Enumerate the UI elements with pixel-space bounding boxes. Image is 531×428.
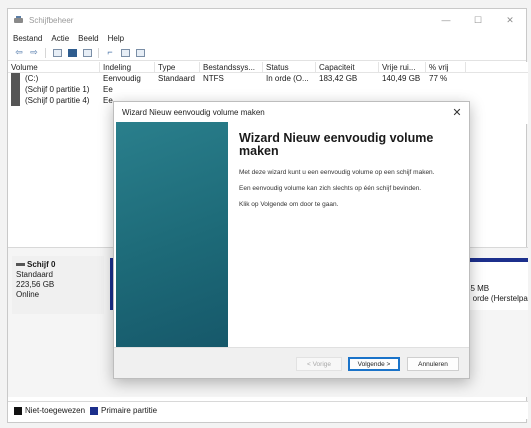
- column-header-percent-free[interactable]: % vrij: [426, 61, 466, 73]
- column-header-type[interactable]: Type: [155, 61, 200, 73]
- dialog-title-bar: Wizard Nieuw eenvoudig volume maken ✕: [114, 102, 469, 122]
- volume-cell: (C:): [8, 73, 100, 84]
- pin-icon[interactable]: ⌐: [104, 47, 116, 58]
- table-row[interactable]: (Schijf 0 partitie 1) Ee: [8, 84, 528, 95]
- volume-cell: (Schijf 0 partitie 4): [8, 95, 100, 106]
- column-header-volume[interactable]: Volume: [8, 61, 100, 73]
- recovery-partition-block[interactable]: 45 MB n orde (Herstelpa: [462, 258, 528, 310]
- toolbar: ⇦ ⇨ ⌐: [8, 45, 526, 61]
- volume-icon: [11, 95, 20, 106]
- toolbar-separator: [98, 47, 99, 58]
- layout-cell: Ee: [103, 85, 113, 94]
- partition-status: n orde (Herstelpa: [466, 294, 528, 303]
- disk-management-icon: [14, 15, 24, 25]
- legend: Niet-toegewezen Primaire partitie: [8, 401, 528, 419]
- free-space-cell: 140,49 GB: [382, 74, 421, 83]
- disk-status: Online: [16, 290, 40, 299]
- help-icon[interactable]: [66, 47, 78, 58]
- volume-cell: (Schijf 0 partitie 1): [8, 84, 100, 95]
- window-icon[interactable]: [134, 47, 146, 58]
- wizard-paragraph-intro: Met deze wizard kunt u een eenvoudig vol…: [239, 169, 435, 176]
- minimize-button[interactable]: —: [430, 9, 462, 31]
- title-bar: Schijfbeheer — ☐ ✕: [8, 9, 526, 31]
- disk-size: 223,56 GB: [16, 280, 55, 289]
- volume-icon: [11, 84, 20, 95]
- window-title: Schijfbeheer: [29, 15, 74, 25]
- percent-free-cell: 77 %: [429, 74, 448, 83]
- disk-type: Standaard: [16, 270, 53, 279]
- menu-bar: Bestand Actie Beeld Help: [8, 31, 526, 45]
- back-arrow-icon[interactable]: ⇦: [13, 47, 25, 58]
- legend-primary: Primaire partitie: [90, 406, 157, 415]
- properties-icon[interactable]: [81, 47, 93, 58]
- table-header: Volume Indeling Type Bestandssys... Stat…: [8, 61, 528, 73]
- forward-arrow-icon[interactable]: ⇨: [28, 47, 40, 58]
- dialog-title: Wizard Nieuw eenvoudig volume maken: [122, 107, 265, 117]
- column-header-status[interactable]: Status: [263, 61, 316, 73]
- close-button[interactable]: ✕: [494, 9, 526, 31]
- primary-swatch: [90, 406, 99, 415]
- layout-cell: Eenvoudig: [103, 74, 141, 83]
- column-header-layout[interactable]: Indeling: [100, 61, 155, 73]
- cancel-button[interactable]: Annuleren: [407, 357, 459, 371]
- disk-list-icon[interactable]: [51, 47, 63, 58]
- next-button[interactable]: Volgende >: [348, 357, 400, 371]
- wizard-paragraph-info: Een eenvoudig volume kan zich slechts op…: [239, 185, 422, 192]
- type-cell: Standaard: [158, 74, 195, 83]
- menu-actie[interactable]: Actie: [51, 34, 69, 43]
- status-cell: In orde (O...: [266, 74, 309, 83]
- menu-bestand[interactable]: Bestand: [13, 34, 42, 43]
- wizard-heading: Wizard Nieuw eenvoudig volume maken: [239, 131, 434, 158]
- legend-label: Primaire partitie: [101, 406, 158, 415]
- disk-0-label[interactable]: Schijf 0 Standaard 223,56 GB Online: [12, 256, 104, 314]
- menu-beeld[interactable]: Beeld: [78, 34, 98, 43]
- menu-help[interactable]: Help: [108, 34, 124, 43]
- wizard-content: Wizard Nieuw eenvoudig volume maken Met …: [239, 132, 454, 216]
- column-header-filesystem[interactable]: Bestandssys...: [200, 61, 263, 73]
- back-button[interactable]: < Vorige: [296, 357, 342, 371]
- unallocated-swatch: [14, 406, 22, 415]
- capacity-cell: 183,42 GB: [319, 74, 358, 83]
- legend-label: Niet-toegewezen: [25, 406, 86, 415]
- maximize-button[interactable]: ☐: [462, 9, 494, 31]
- wizard-side-banner: [116, 122, 228, 347]
- column-header-free-space[interactable]: Vrije rui...: [379, 61, 426, 73]
- wizard-paragraph-instruction: Klik op Volgende om door te gaan.: [239, 201, 339, 208]
- window-controls: — ☐ ✕: [430, 9, 526, 31]
- legend-unallocated: Niet-toegewezen: [14, 406, 85, 415]
- filesystem-cell: NTFS: [203, 74, 224, 83]
- dialog-footer: < Vorige Volgende > Annuleren: [114, 347, 469, 378]
- new-simple-volume-wizard: Wizard Nieuw eenvoudig volume maken ✕ Wi…: [113, 101, 470, 379]
- check-icon[interactable]: [119, 47, 131, 58]
- column-header-capacity[interactable]: Capaciteit: [316, 61, 379, 73]
- volume-icon: [11, 73, 20, 84]
- disk-name: Schijf 0: [16, 260, 100, 270]
- toolbar-separator: [45, 47, 46, 58]
- table-row[interactable]: (C:) Eenvoudig Standaard NTFS In orde (O…: [8, 73, 528, 84]
- dialog-close-button[interactable]: ✕: [445, 106, 469, 119]
